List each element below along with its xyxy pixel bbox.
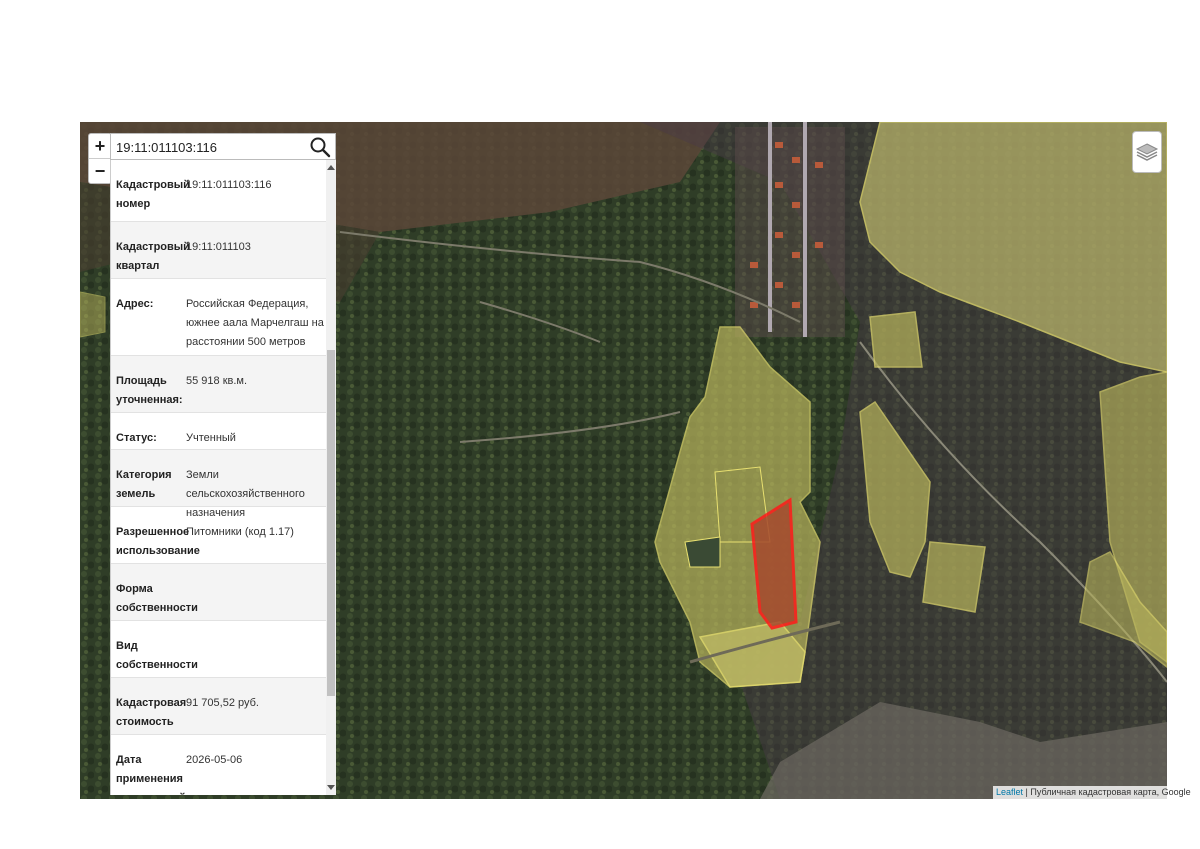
info-row-ownership-form: Форма собственности <box>111 564 336 621</box>
info-key: Кадастровый номер <box>116 179 190 210</box>
search-input[interactable] <box>114 139 308 156</box>
info-key: Кадастровый квартал <box>116 241 190 272</box>
info-value: Учтенный <box>186 432 236 444</box>
info-value: Питомники (код 1.17) <box>186 526 294 538</box>
parcel-info-panel: Кадастровый номер 19:11:011103:116 Кадас… <box>110 160 336 795</box>
info-key: Адрес: <box>116 298 154 310</box>
info-row-application-date: Дата применения кадастровой 2026-05-06 <box>111 735 336 795</box>
info-row-area: Площадь уточненная: 55 918 кв.м. <box>111 356 336 413</box>
search-box <box>110 133 336 160</box>
leaflet-link[interactable]: Leaflet <box>996 787 1023 797</box>
info-key: Статус: <box>116 432 157 444</box>
info-key: Площадь уточненная: <box>116 375 183 406</box>
info-value: Российская Федерация, южнее аала Марчелг… <box>186 298 324 348</box>
zoom-out-button[interactable]: − <box>89 159 111 183</box>
info-row-cadastral-value: Кадастровая стоимость 91 705,52 руб. <box>111 678 336 735</box>
info-key: Форма собственности <box>116 583 198 614</box>
info-row-cadastral-quarter: Кадастровый квартал 19:11:011103 <box>111 222 336 279</box>
info-row-land-category: Категория земель Земли сельскохозяйствен… <box>111 450 336 519</box>
info-key: Разрешенное использование <box>116 526 200 557</box>
info-key: Категория земель <box>116 469 172 500</box>
scroll-thumb[interactable] <box>327 350 335 696</box>
search-icon[interactable] <box>308 135 332 159</box>
info-key: Дата применения кадастровой <box>116 754 186 795</box>
info-value: 55 918 кв.м. <box>186 375 248 387</box>
layers-icon <box>1135 143 1159 161</box>
info-row-ownership-type: Вид собственности <box>111 621 336 678</box>
info-value: 19:11:011103 <box>186 241 251 253</box>
layers-control[interactable] <box>1132 131 1162 173</box>
panel-scrollbar[interactable] <box>326 160 336 795</box>
info-value: 91 705,52 руб. <box>186 697 259 709</box>
info-key: Вид собственности <box>116 640 198 671</box>
selected-parcel <box>750 497 798 630</box>
info-value <box>184 580 324 620</box>
info-value: 2026-05-06 <box>186 754 243 766</box>
info-value: 19:11:011103:116 <box>186 179 272 191</box>
info-value: Земли сельскохозяйственного назначения <box>186 469 305 519</box>
info-value <box>184 637 324 677</box>
info-key: Кадастровая стоимость <box>116 697 187 728</box>
scroll-up-arrow-icon[interactable] <box>327 165 335 170</box>
attribution-text: | Публичная кадастровая карта, Google <box>1023 787 1191 797</box>
zoom-in-button[interactable]: + <box>89 134 111 159</box>
scroll-down-arrow-icon[interactable] <box>327 785 335 790</box>
zoom-control: + − <box>88 133 112 184</box>
info-row-address: Адрес: Российская Федерация, южнее аала … <box>111 279 336 356</box>
info-row-status: Статус: Учтенный <box>111 413 336 450</box>
info-row-cadastral-number: Кадастровый номер 19:11:011103:116 <box>111 160 336 222</box>
map-attribution: Leaflet | Публичная кадастровая карта, G… <box>993 786 1194 799</box>
